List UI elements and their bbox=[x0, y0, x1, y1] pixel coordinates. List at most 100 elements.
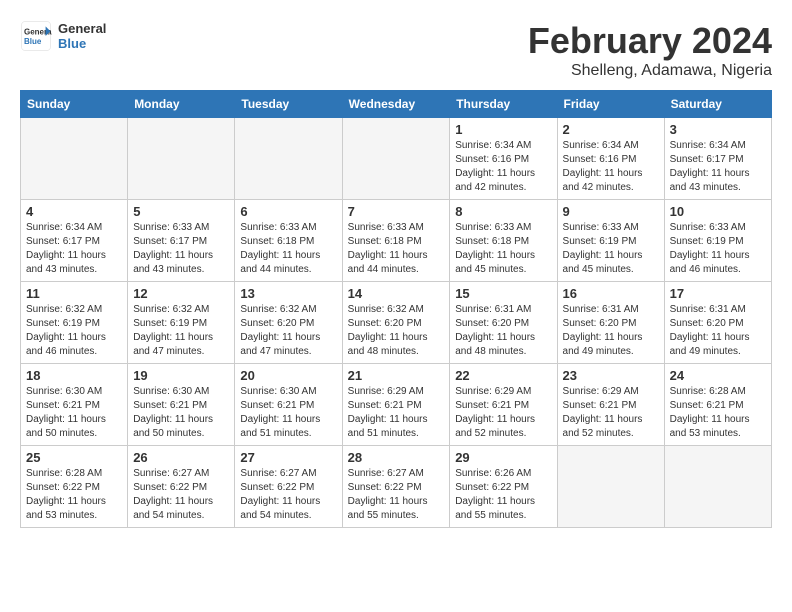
day-number: 17 bbox=[670, 286, 766, 301]
day-info: Sunrise: 6:27 AMSunset: 6:22 PMDaylight:… bbox=[240, 467, 336, 523]
calendar-table: SundayMondayTuesdayWednesdayThursdayFrid… bbox=[20, 90, 772, 528]
day-info: Sunrise: 6:33 AMSunset: 6:19 PMDaylight:… bbox=[563, 221, 659, 277]
weekday-header-thursday: Thursday bbox=[450, 91, 557, 118]
day-number: 13 bbox=[240, 286, 336, 301]
day-number: 19 bbox=[133, 368, 229, 383]
day-number: 24 bbox=[670, 368, 766, 383]
day-number: 6 bbox=[240, 204, 336, 219]
weekday-header-monday: Monday bbox=[128, 91, 235, 118]
day-cell: 23 Sunrise: 6:29 AMSunset: 6:21 PMDayligh… bbox=[557, 364, 664, 446]
day-cell: 7Sunrise: 6:33 AMSunset: 6:18 PMDaylight… bbox=[342, 200, 450, 282]
day-number: 23 bbox=[563, 368, 659, 383]
day-number: 1 bbox=[455, 122, 551, 137]
day-cell: 14 Sunrise: 6:32 AMSunset: 6:20 PMDayligh… bbox=[342, 282, 450, 364]
day-info: Sunrise: 6:33 AMSunset: 6:18 PMDaylight:… bbox=[348, 221, 445, 277]
day-number: 9 bbox=[563, 204, 659, 219]
day-number: 18 bbox=[26, 368, 122, 383]
day-number: 5 bbox=[133, 204, 229, 219]
logo-text: General Blue bbox=[58, 21, 106, 51]
day-cell: 2 Sunrise: 6:34 AMSunset: 6:16 PMDaylight… bbox=[557, 118, 664, 200]
day-number: 4 bbox=[26, 204, 122, 219]
weekday-header-friday: Friday bbox=[557, 91, 664, 118]
day-cell: 1Sunrise: 6:34 AMSunset: 6:16 PMDaylight… bbox=[450, 118, 557, 200]
day-cell: 9 Sunrise: 6:33 AMSunset: 6:19 PMDaylight… bbox=[557, 200, 664, 282]
svg-text:Blue: Blue bbox=[24, 37, 42, 46]
logo: General Blue General Blue bbox=[20, 20, 106, 52]
day-cell bbox=[128, 118, 235, 200]
weekday-header-row: SundayMondayTuesdayWednesdayThursdayFrid… bbox=[21, 91, 772, 118]
day-cell bbox=[557, 446, 664, 528]
day-info: Sunrise: 6:32 AMSunset: 6:19 PMDaylight:… bbox=[26, 303, 122, 359]
day-info: Sunrise: 6:32 AMSunset: 6:20 PMDaylight:… bbox=[348, 303, 445, 359]
day-cell: 8Sunrise: 6:33 AMSunset: 6:18 PMDaylight… bbox=[450, 200, 557, 282]
week-row-3: 11Sunrise: 6:32 AMSunset: 6:19 PMDayligh… bbox=[21, 282, 772, 364]
day-info: Sunrise: 6:31 AMSunset: 6:20 PMDaylight:… bbox=[563, 303, 659, 359]
title-block: February 2024 Shelleng, Adamawa, Nigeria bbox=[528, 20, 772, 80]
day-info: Sunrise: 6:33 AMSunset: 6:18 PMDaylight:… bbox=[455, 221, 551, 277]
day-number: 26 bbox=[133, 450, 229, 465]
day-number: 28 bbox=[348, 450, 445, 465]
month-title: February 2024 bbox=[528, 20, 772, 62]
day-info: Sunrise: 6:33 AMSunset: 6:19 PMDaylight:… bbox=[670, 221, 766, 277]
day-info: Sunrise: 6:34 AMSunset: 6:17 PMDaylight:… bbox=[670, 139, 766, 195]
day-cell: 12 Sunrise: 6:32 AMSunset: 6:19 PMDayligh… bbox=[128, 282, 235, 364]
day-info: Sunrise: 6:33 AMSunset: 6:17 PMDaylight:… bbox=[133, 221, 229, 277]
week-row-1: 1 Sunrise: 6:34 AMSunset: 6:16 PMDaylight… bbox=[21, 118, 772, 200]
day-info: Sunrise: 6:28 AMSunset: 6:21 PMDaylight:… bbox=[670, 385, 766, 441]
weekday-header-sunday: Sunday bbox=[21, 91, 128, 118]
day-info: Sunrise: 6:30 AMSunset: 6:21 PMDaylight:… bbox=[133, 385, 229, 441]
day-cell: 5 Sunrise: 6:33 AMSunset: 6:17 PMDaylight… bbox=[128, 200, 235, 282]
day-number: 12 bbox=[133, 286, 229, 301]
day-cell: 17 Sunrise: 6:31 AMSunset: 6:20 PMDayligh… bbox=[664, 282, 771, 364]
day-cell: 21 Sunrise: 6:29 AMSunset: 6:21 PMDayligh… bbox=[342, 364, 450, 446]
day-info: Sunrise: 6:29 AMSunset: 6:21 PMDaylight:… bbox=[348, 385, 445, 441]
day-cell: 29Sunrise: 6:26 AMSunset: 6:22 PMDayligh… bbox=[450, 446, 557, 528]
day-number: 25 bbox=[26, 450, 122, 465]
day-info: Sunrise: 6:32 AMSunset: 6:19 PMDaylight:… bbox=[133, 303, 229, 359]
day-info: Sunrise: 6:30 AMSunset: 6:21 PMDaylight:… bbox=[26, 385, 122, 441]
day-info: Sunrise: 6:27 AMSunset: 6:22 PMDaylight:… bbox=[133, 467, 229, 523]
day-cell: 16 Sunrise: 6:31 AMSunset: 6:20 PMDayligh… bbox=[557, 282, 664, 364]
day-number: 21 bbox=[348, 368, 445, 383]
day-info: Sunrise: 6:29 AMSunset: 6:21 PMDaylight:… bbox=[455, 385, 551, 441]
header: General Blue General Blue February 2024 … bbox=[20, 20, 772, 80]
day-cell: 10Sunrise: 6:33 AMSunset: 6:19 PMDayligh… bbox=[664, 200, 771, 282]
day-number: 2 bbox=[563, 122, 659, 137]
day-cell: 22 Sunrise: 6:29 AMSunset: 6:21 PMDayligh… bbox=[450, 364, 557, 446]
day-cell: 20Sunrise: 6:30 AMSunset: 6:21 PMDayligh… bbox=[235, 364, 342, 446]
day-number: 27 bbox=[240, 450, 336, 465]
day-cell bbox=[21, 118, 128, 200]
day-cell bbox=[664, 446, 771, 528]
day-cell: 24 Sunrise: 6:28 AMSunset: 6:21 PMDayligh… bbox=[664, 364, 771, 446]
day-cell: 25 Sunrise: 6:28 AMSunset: 6:22 PMDayligh… bbox=[21, 446, 128, 528]
day-info: Sunrise: 6:28 AMSunset: 6:22 PMDaylight:… bbox=[26, 467, 122, 523]
location-title: Shelleng, Adamawa, Nigeria bbox=[528, 62, 772, 80]
day-cell: 28 Sunrise: 6:27 AMSunset: 6:22 PMDayligh… bbox=[342, 446, 450, 528]
day-number: 22 bbox=[455, 368, 551, 383]
day-info: Sunrise: 6:32 AMSunset: 6:20 PMDaylight:… bbox=[240, 303, 336, 359]
day-info: Sunrise: 6:29 AMSunset: 6:21 PMDaylight:… bbox=[563, 385, 659, 441]
day-info: Sunrise: 6:26 AMSunset: 6:22 PMDaylight:… bbox=[455, 467, 551, 523]
day-info: Sunrise: 6:27 AMSunset: 6:22 PMDaylight:… bbox=[348, 467, 445, 523]
day-cell: 26 Sunrise: 6:27 AMSunset: 6:22 PMDayligh… bbox=[128, 446, 235, 528]
day-cell: 6Sunrise: 6:33 AMSunset: 6:18 PMDaylight… bbox=[235, 200, 342, 282]
day-number: 20 bbox=[240, 368, 336, 383]
weekday-header-saturday: Saturday bbox=[664, 91, 771, 118]
day-cell bbox=[342, 118, 450, 200]
logo-icon: General Blue bbox=[20, 20, 52, 52]
day-cell: 27 Sunrise: 6:27 AMSunset: 6:22 PMDayligh… bbox=[235, 446, 342, 528]
day-cell: 19 Sunrise: 6:30 AMSunset: 6:21 PMDayligh… bbox=[128, 364, 235, 446]
day-cell: 18 Sunrise: 6:30 AMSunset: 6:21 PMDayligh… bbox=[21, 364, 128, 446]
weekday-header-wednesday: Wednesday bbox=[342, 91, 450, 118]
day-number: 16 bbox=[563, 286, 659, 301]
day-cell: 3Sunrise: 6:34 AMSunset: 6:17 PMDaylight… bbox=[664, 118, 771, 200]
day-cell: 11Sunrise: 6:32 AMSunset: 6:19 PMDayligh… bbox=[21, 282, 128, 364]
week-row-4: 18 Sunrise: 6:30 AMSunset: 6:21 PMDayligh… bbox=[21, 364, 772, 446]
week-row-2: 4 Sunrise: 6:34 AMSunset: 6:17 PMDaylight… bbox=[21, 200, 772, 282]
day-cell: 15Sunrise: 6:31 AMSunset: 6:20 PMDayligh… bbox=[450, 282, 557, 364]
day-info: Sunrise: 6:34 AMSunset: 6:16 PMDaylight:… bbox=[563, 139, 659, 195]
day-number: 14 bbox=[348, 286, 445, 301]
day-info: Sunrise: 6:34 AMSunset: 6:17 PMDaylight:… bbox=[26, 221, 122, 277]
day-info: Sunrise: 6:31 AMSunset: 6:20 PMDaylight:… bbox=[670, 303, 766, 359]
day-number: 15 bbox=[455, 286, 551, 301]
